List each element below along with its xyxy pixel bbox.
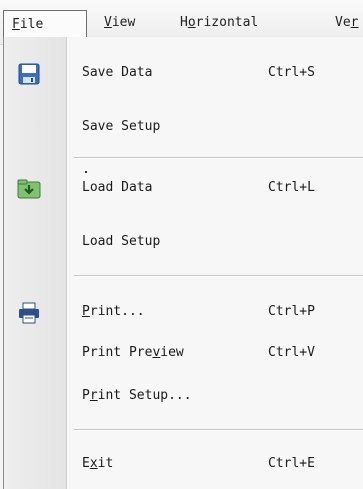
file-dropdown-menu: Save Data Ctrl+S Save Setup Load Data Ct… [3, 37, 363, 489]
menu-view-accel: V [104, 15, 112, 30]
print-suffix: rint... [89, 304, 145, 319]
printer-icon [19, 302, 39, 324]
menu-separator [74, 429, 363, 431]
save-icon [18, 63, 40, 85]
exit-prefix: E [82, 456, 90, 471]
print-label: Print... [82, 304, 145, 319]
menu-horizontal[interactable]: Horizontal [180, 14, 258, 32]
menu-item-save-setup[interactable]: Save Setup [4, 113, 363, 143]
menu-item-print[interactable]: Print... Ctrl+P [4, 298, 363, 328]
menu-item-save-data[interactable]: Save Data Ctrl+S [4, 59, 363, 89]
print-preview-shortcut: Ctrl+V [268, 345, 315, 360]
menu-horizontal-prefix: H [180, 15, 188, 30]
menu-vertical[interactable]: Ver [335, 14, 358, 32]
save-data-label: Save Data [82, 65, 153, 80]
menu-item-load-data[interactable]: Load Data Ctrl+L [4, 174, 363, 204]
menu-separator [74, 157, 363, 159]
menu-vertical-accel: r [350, 15, 359, 30]
menu-horizontal-accel: o [187, 15, 196, 30]
menu-view-suffix: iew [111, 15, 136, 30]
menu-file-suffix: ile [19, 17, 44, 32]
print-accel: P [82, 304, 90, 319]
menu-file[interactable]: File [3, 10, 87, 38]
print-preview-suffix: iew [160, 345, 184, 360]
exit-shortcut: Ctrl+E [268, 456, 315, 471]
menu-separator [74, 275, 363, 277]
menu-file-accel: F [12, 17, 20, 32]
exit-accel: x [89, 456, 98, 471]
load-icon [17, 179, 41, 199]
menu-item-load-setup[interactable]: Load Setup [4, 228, 363, 258]
print-setup-accel: r [89, 388, 98, 403]
save-setup-label: Save Setup [82, 119, 161, 134]
print-setup-suffix: int Setup... [97, 388, 192, 403]
menu-horizontal-suffix: rizontal [195, 15, 259, 30]
exit-suffix: it [97, 456, 114, 471]
icon-gutter [4, 37, 67, 489]
print-shortcut: Ctrl+P [268, 304, 315, 319]
menu-item-exit[interactable]: Exit Ctrl+E [4, 450, 363, 480]
load-data-shortcut: Ctrl+L [268, 180, 315, 195]
separator-dot [85, 171, 87, 173]
exit-label: Exit [82, 456, 113, 471]
save-data-shortcut: Ctrl+S [268, 65, 315, 80]
print-preview-prefix: Print Pre [82, 345, 153, 360]
print-setup-prefix: P [82, 388, 90, 403]
print-preview-label: Print Preview [82, 345, 184, 360]
load-setup-label: Load Setup [82, 234, 161, 249]
menu-view[interactable]: View [104, 14, 135, 32]
menu-vertical-prefix: Ve [335, 15, 351, 30]
load-data-label: Load Data [82, 180, 153, 195]
menu-item-print-preview[interactable]: Print Preview Ctrl+V [4, 339, 363, 369]
print-setup-label: Print Setup... [82, 388, 192, 403]
menu-item-print-setup[interactable]: Print Setup... [4, 382, 363, 412]
